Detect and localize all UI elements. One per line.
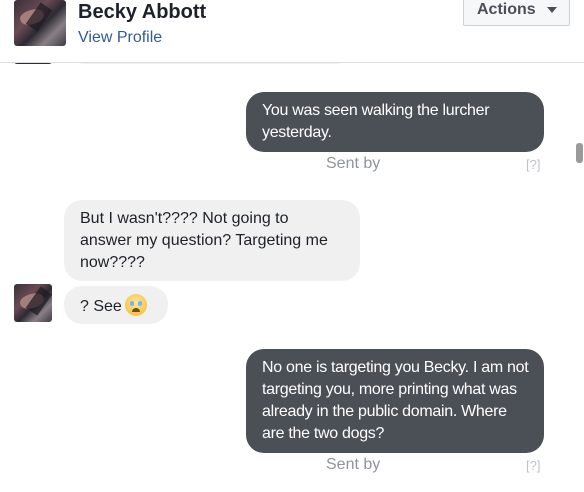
help-hint-link[interactable]: [?] xyxy=(526,157,540,172)
sent-by-status: Sent by xyxy=(326,155,381,172)
contact-name[interactable]: Becky Abbott xyxy=(78,1,206,24)
actions-label: Actions xyxy=(477,1,536,18)
contact-avatar[interactable] xyxy=(14,0,66,46)
help-hint-link[interactable]: [?] xyxy=(526,458,540,473)
message-thread[interactable]: You was seen walking the lurcher yesterd… xyxy=(0,62,584,492)
incoming-message[interactable]: ? See xyxy=(64,286,168,324)
actions-dropdown-button[interactable]: Actions xyxy=(463,0,570,26)
sender-avatar[interactable] xyxy=(14,284,52,322)
outgoing-message[interactable]: You was seen walking the lurcher yesterd… xyxy=(246,92,544,152)
outgoing-message[interactable]: No one is targeting you Becky. I am not … xyxy=(246,349,544,453)
chevron-down-icon xyxy=(547,7,557,13)
crying-face-emoji-icon xyxy=(124,294,147,316)
view-profile-link[interactable]: View Profile xyxy=(78,29,162,47)
message-text: ? See xyxy=(80,298,122,315)
incoming-message[interactable]: But I wasn't???? Not going to answer my … xyxy=(64,200,360,281)
conversation-header: Becky Abbott View Profile Actions xyxy=(0,0,584,63)
sent-by-status: Sent by xyxy=(326,456,381,473)
scrollbar-thumb[interactable] xyxy=(576,143,583,163)
